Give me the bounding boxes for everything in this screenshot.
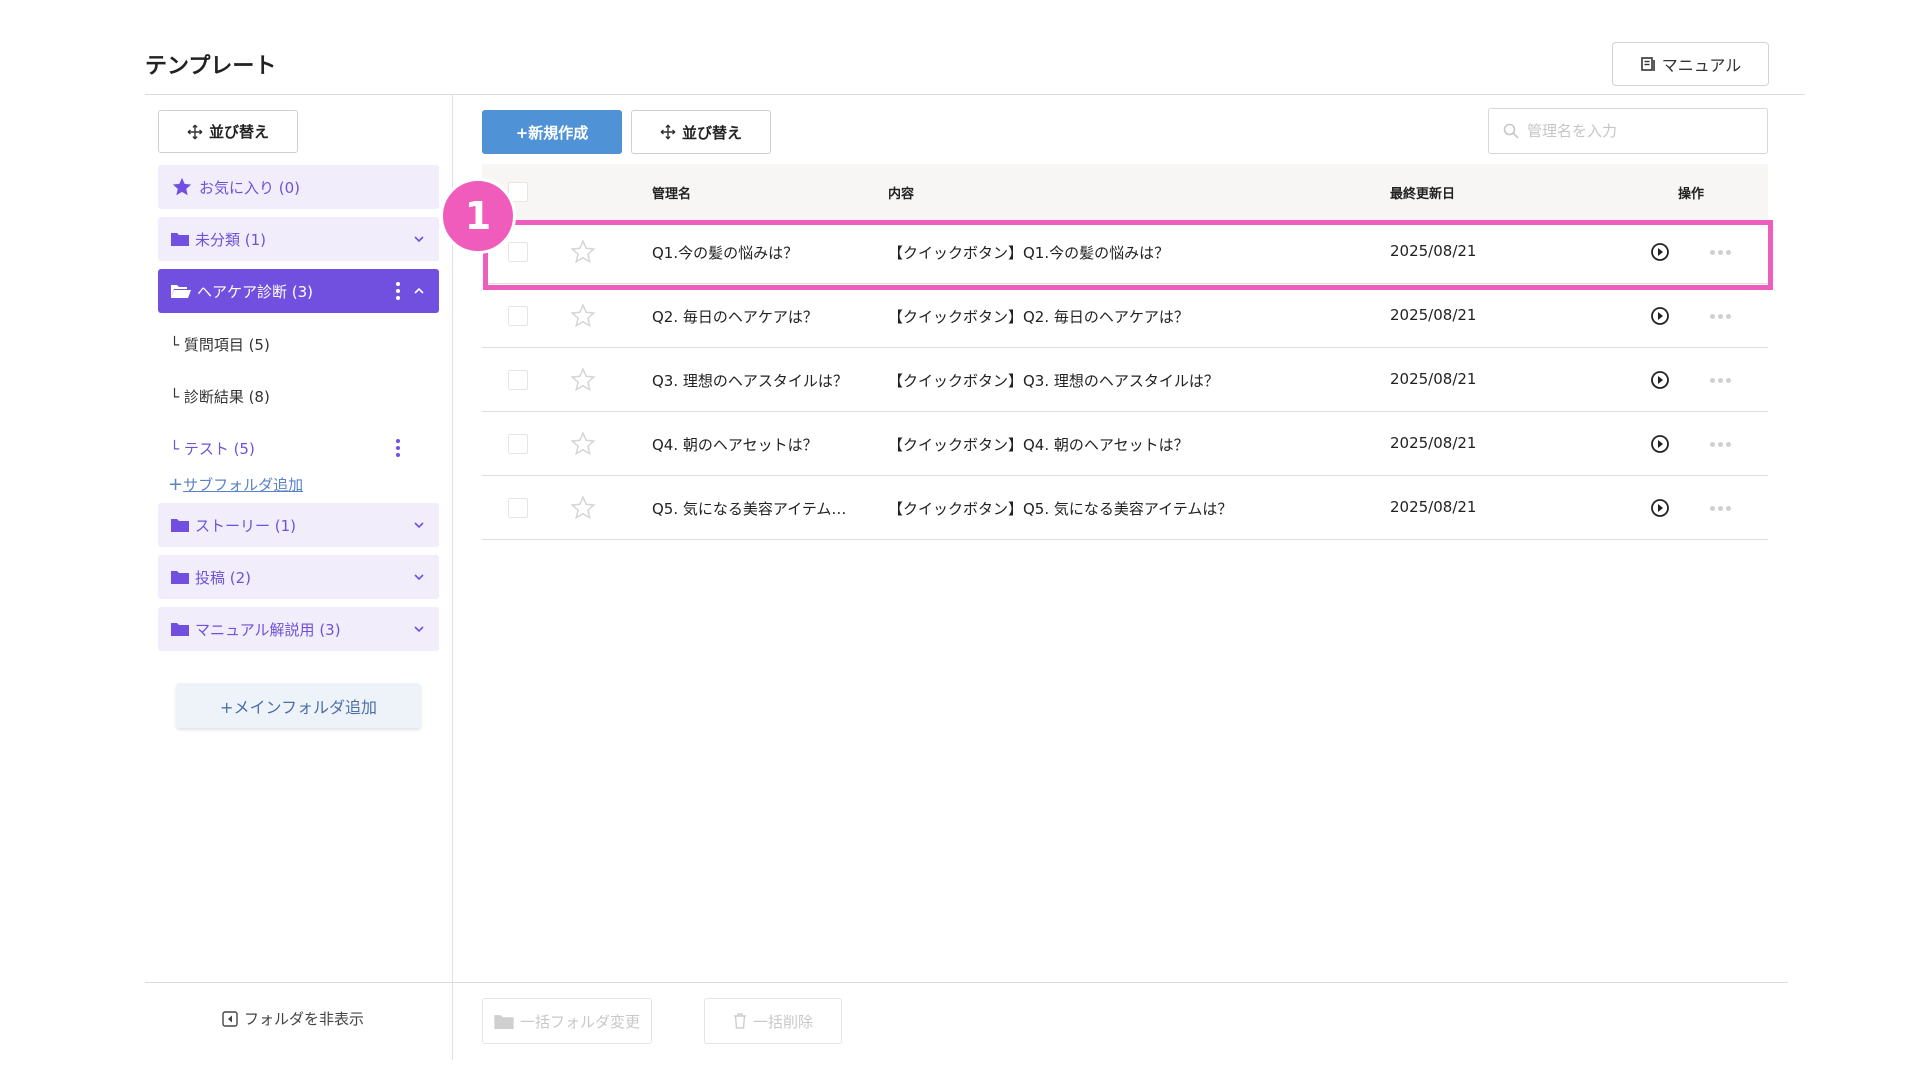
highlight-frame: [483, 220, 1773, 290]
subfolder-test[interactable]: └ テスト (5): [170, 438, 255, 459]
play-circle-icon[interactable]: [1650, 498, 1670, 518]
add-subfolder-label: サブフォルダ追加: [183, 476, 304, 494]
sidebar-sort-button[interactable]: 並び替え: [158, 110, 298, 153]
subfolder-kebab-menu-icon[interactable]: [396, 439, 400, 457]
favorites-label: お気に入り (0): [199, 178, 301, 197]
folder-icon: [171, 571, 189, 584]
main-sort-label: 並び替え: [681, 123, 742, 142]
sidebar-item-story[interactable]: ストーリー (1): [158, 503, 439, 547]
folder-open-icon: [171, 285, 191, 298]
more-options-icon[interactable]: [1710, 378, 1731, 383]
page-title: テンプレート: [145, 54, 277, 79]
star-outline-icon[interactable]: [570, 367, 596, 393]
search-input[interactable]: [1527, 122, 1747, 140]
sidebar-item-uncategorized[interactable]: 未分類 (1): [158, 217, 439, 261]
table-row[interactable]: Q4. 朝のヘアセットは？ 【クイックボタン】Q4. 朝のヘアセットは？ 202…: [482, 412, 1768, 476]
star-outline-icon[interactable]: [570, 303, 596, 329]
row-content: 【クイックボタン】Q5. 気になる美容アイテムは？: [888, 500, 1233, 518]
row-content: 【クイックボタン】Q3. 理想のヘアスタイルは？: [888, 372, 1219, 390]
play-circle-icon[interactable]: [1650, 434, 1670, 454]
row-content: 【クイックボタン】Q4. 朝のヘアセットは？: [888, 436, 1189, 454]
row-name: Q5. 気になる美容アイテム…: [652, 500, 847, 518]
row-content: 【クイックボタン】Q2. 毎日のヘアケアは？: [888, 308, 1189, 326]
chevron-down-icon[interactable]: [411, 231, 427, 247]
column-header-content: 内容: [888, 187, 915, 202]
subfolder-label: 質問項目 (5): [183, 336, 270, 354]
table-row[interactable]: Q5. 気になる美容アイテム… 【クイックボタン】Q5. 気になる美容アイテムは…: [482, 476, 1768, 540]
move-arrows-icon: [187, 124, 203, 139]
bulk-folder-change-label: 一括フォルダ変更: [519, 1012, 640, 1031]
more-options-icon[interactable]: [1710, 442, 1731, 447]
row-updated: 2025/08/21: [1390, 306, 1477, 324]
folder-label: マニュアル解説用 (3): [195, 620, 341, 639]
hide-folder-button[interactable]: フォルダを非表示: [222, 1008, 364, 1029]
subfolder-label: 診断結果 (8): [183, 388, 270, 406]
chevron-down-icon[interactable]: [411, 621, 427, 637]
footer-divider: [145, 982, 1788, 983]
star-outline-icon[interactable]: [570, 495, 596, 521]
row-name: Q4. 朝のヘアセットは？: [652, 436, 818, 454]
folder-label: 未分類 (1): [195, 230, 267, 249]
add-main-folder-button[interactable]: +メインフォルダ追加: [176, 683, 421, 728]
add-subfolder-link[interactable]: +サブフォルダ追加: [168, 474, 303, 495]
step-badge: 1: [440, 178, 516, 254]
play-circle-icon[interactable]: [1650, 370, 1670, 390]
star-icon: [172, 177, 192, 196]
hide-folder-label: フォルダを非表示: [244, 1010, 365, 1028]
row-name: Q2. 毎日のヘアケアは？: [652, 308, 818, 326]
row-updated: 2025/08/21: [1390, 498, 1477, 516]
kebab-menu-icon[interactable]: [396, 282, 400, 300]
row-name: Q3. 理想のヘアスタイルは？: [652, 372, 848, 390]
new-template-button[interactable]: +新規作成: [482, 110, 622, 154]
sidebar-item-haircare[interactable]: ヘアケア診断 (3): [158, 269, 439, 313]
row-checkbox[interactable]: [508, 370, 528, 390]
bulk-delete-button[interactable]: 一括削除: [704, 998, 842, 1044]
more-options-icon[interactable]: [1710, 314, 1731, 319]
plus-icon: +: [168, 474, 184, 495]
column-header-updated[interactable]: 最終更新日: [1390, 183, 1455, 202]
search-icon: [1503, 123, 1519, 139]
chevron-up-icon[interactable]: [411, 283, 427, 299]
sidebar-item-manual[interactable]: マニュアル解説用 (3): [158, 607, 439, 651]
play-circle-icon[interactable]: [1650, 306, 1670, 326]
table-row[interactable]: Q2. 毎日のヘアケアは？ 【クイックボタン】Q2. 毎日のヘアケアは？ 202…: [482, 284, 1768, 348]
sidebar-sort-label: 並び替え: [208, 123, 269, 141]
row-checkbox[interactable]: [508, 498, 528, 518]
bulk-folder-change-button[interactable]: 一括フォルダ変更: [482, 998, 652, 1044]
table-row[interactable]: Q3. 理想のヘアスタイルは？ 【クイックボタン】Q3. 理想のヘアスタイルは？…: [482, 348, 1768, 412]
row-updated: 2025/08/21: [1390, 370, 1477, 388]
move-arrows-icon: [660, 124, 676, 140]
header-divider: [145, 94, 1805, 95]
folder-icon: [171, 623, 189, 636]
trash-icon: [733, 1013, 746, 1029]
row-checkbox[interactable]: [508, 434, 528, 454]
folder-label: ストーリー (1): [195, 516, 297, 535]
folder-icon: [494, 1014, 514, 1029]
chevron-down-icon[interactable]: [411, 517, 427, 533]
manual-button[interactable]: マニュアル: [1612, 42, 1769, 86]
manual-label: マニュアル: [1661, 56, 1742, 75]
star-outline-icon[interactable]: [570, 431, 596, 457]
folder-icon: [171, 233, 189, 246]
sidebar-item-favorites[interactable]: お気に入り (0): [158, 165, 439, 209]
search-box[interactable]: [1488, 108, 1768, 154]
row-checkbox[interactable]: [508, 306, 528, 326]
folder-icon: [171, 519, 189, 532]
more-options-icon[interactable]: [1710, 506, 1731, 511]
column-header-actions: 操作: [1678, 187, 1705, 202]
row-updated: 2025/08/21: [1390, 434, 1477, 452]
book-icon: [1640, 57, 1655, 71]
subfolder-results[interactable]: └ 診断結果 (8): [170, 386, 270, 407]
bulk-delete-label: 一括削除: [752, 1012, 813, 1031]
main-sort-button[interactable]: 並び替え: [631, 110, 771, 154]
folder-label: 投稿 (2): [195, 568, 252, 587]
collapse-left-icon: [222, 1010, 238, 1027]
chevron-down-icon[interactable]: [411, 569, 427, 585]
subfolder-label: テスト (5): [183, 440, 255, 458]
sidebar-item-posts[interactable]: 投稿 (2): [158, 555, 439, 599]
subfolder-questions[interactable]: └ 質問項目 (5): [170, 334, 270, 355]
folder-label: ヘアケア診断 (3): [197, 282, 314, 301]
column-header-name[interactable]: 管理名: [652, 183, 691, 202]
